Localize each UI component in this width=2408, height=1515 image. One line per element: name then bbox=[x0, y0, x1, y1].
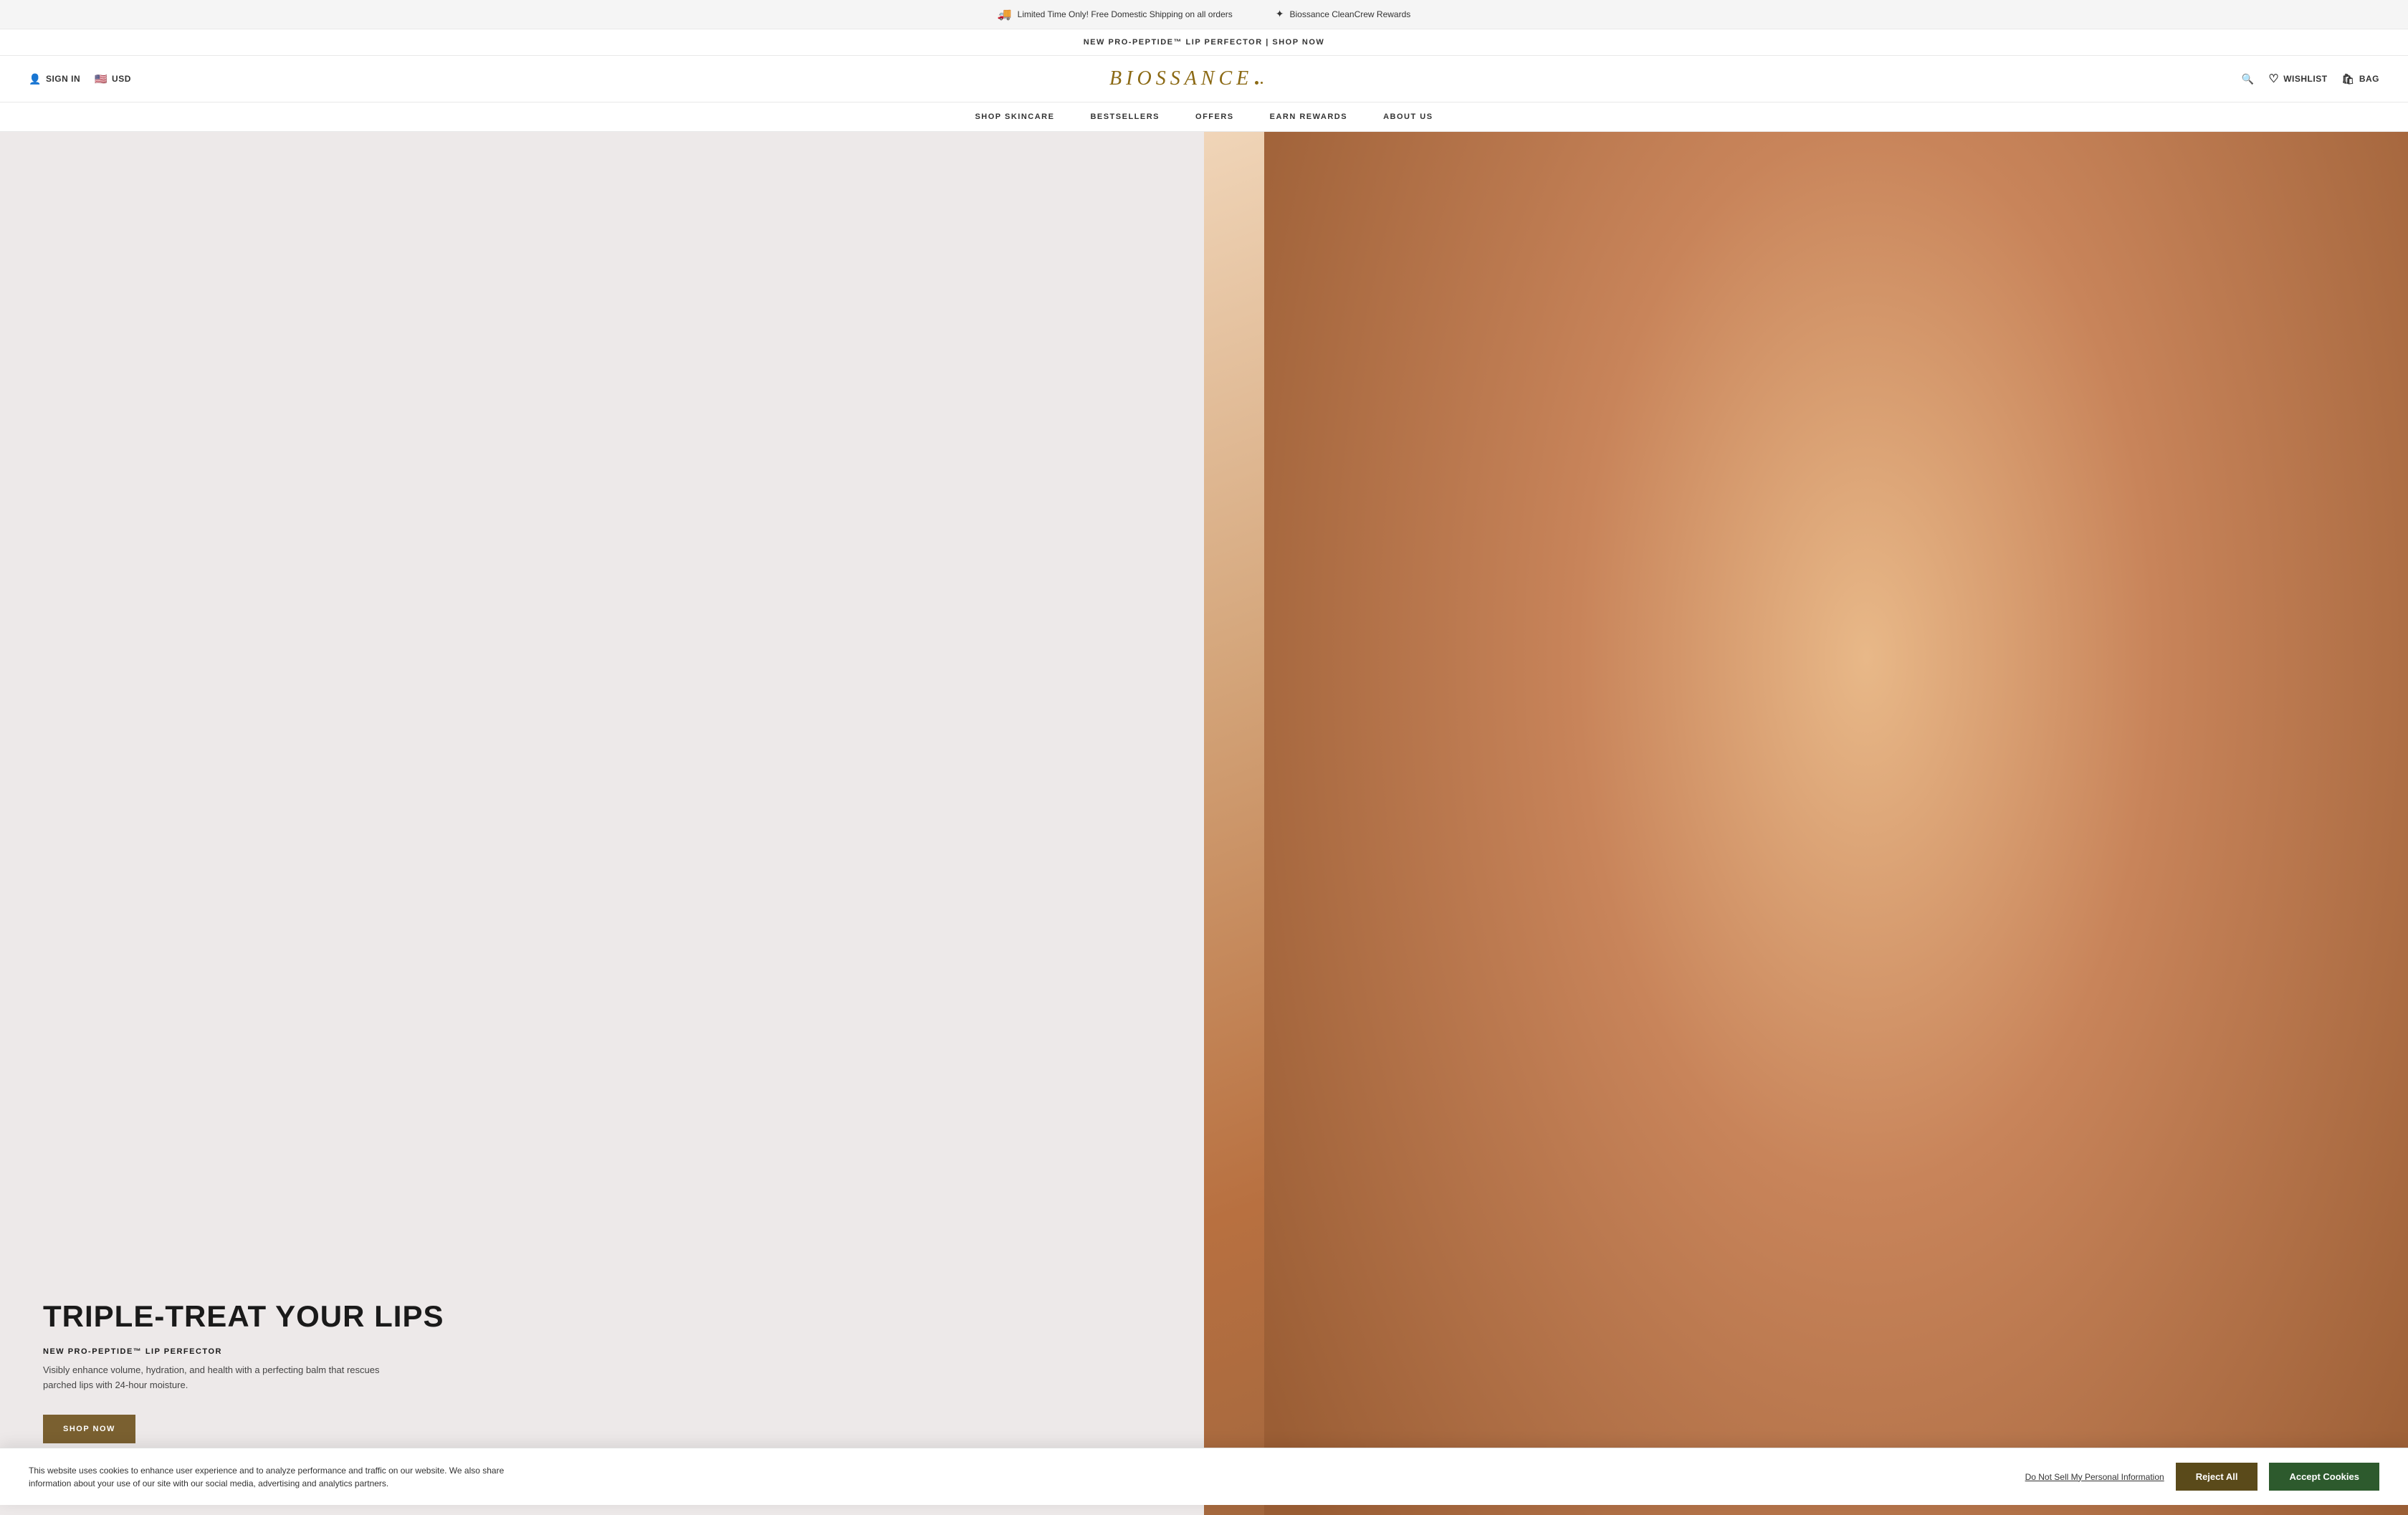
hero-content: TRIPLE-TREAT YOUR LIPS NEW PRO-PEPTIDE™ … bbox=[0, 132, 1204, 1515]
hero-description: Visibly enhance volume, hydration, and h… bbox=[43, 1363, 401, 1393]
hero-title: TRIPLE-TREAT YOUR LIPS bbox=[43, 1300, 1161, 1333]
search-link[interactable] bbox=[2241, 73, 2254, 85]
main-nav: SHOP SKINCARE BESTSELLERS OFFERS EARN RE… bbox=[0, 102, 2408, 132]
nav-offers[interactable]: OFFERS bbox=[1195, 113, 1234, 121]
currency-label: USD bbox=[112, 74, 131, 84]
reject-all-button[interactable]: Reject All bbox=[2176, 1463, 2258, 1491]
logo-text: BIOSSANCE bbox=[1109, 67, 1253, 90]
nav-earn-rewards[interactable]: EARN REWARDS bbox=[1270, 113, 1347, 121]
hero-svg bbox=[1204, 132, 2408, 1515]
logo-dots bbox=[1255, 81, 1263, 85]
header-left: SIGN IN USD bbox=[29, 73, 131, 85]
search-icon bbox=[2241, 73, 2254, 85]
sign-in-label: SIGN IN bbox=[46, 74, 80, 84]
currency-selector[interactable]: USD bbox=[95, 73, 131, 85]
header-right: WISHLIST BAG bbox=[2241, 72, 2379, 86]
promo-banner[interactable]: NEW PRO-PEPTIDE™ LIP PERFECTOR | SHOP NO… bbox=[0, 29, 2408, 56]
rewards-icon bbox=[1276, 8, 1284, 21]
promo-text: NEW PRO-PEPTIDE™ LIP PERFECTOR | SHOP NO… bbox=[1084, 38, 1325, 47]
hero-subtitle: NEW PRO-PEPTIDE™ LIP PERFECTOR bbox=[43, 1347, 1161, 1356]
accept-cookies-button[interactable]: Accept Cookies bbox=[2269, 1463, 2379, 1491]
hero-image-container bbox=[1204, 132, 2408, 1515]
heart-icon bbox=[2268, 72, 2279, 86]
shop-now-button[interactable]: SHOP NOW bbox=[43, 1415, 135, 1443]
bag-icon bbox=[2342, 73, 2355, 85]
shipping-text: Limited Time Only! Free Domestic Shippin… bbox=[1018, 9, 1233, 19]
nav-shop-skincare[interactable]: SHOP SKINCARE bbox=[975, 113, 1054, 121]
do-not-sell-link[interactable]: Do Not Sell My Personal Information bbox=[2025, 1472, 2164, 1482]
site-header: SIGN IN USD BIOSSANCE WISHLIST BAG bbox=[0, 56, 2408, 102]
nav-bestsellers[interactable]: BESTSELLERS bbox=[1090, 113, 1160, 121]
nav-about-us[interactable]: ABOUT US bbox=[1383, 113, 1433, 121]
shipping-announcement: Limited Time Only! Free Domestic Shippin… bbox=[998, 7, 1233, 21]
hero-image bbox=[1204, 132, 2408, 1515]
flag-icon bbox=[95, 73, 108, 85]
sign-in-link[interactable]: SIGN IN bbox=[29, 73, 80, 85]
hero-section: TRIPLE-TREAT YOUR LIPS NEW PRO-PEPTIDE™ … bbox=[0, 132, 2408, 1515]
rewards-text: Biossance CleanCrew Rewards bbox=[1290, 9, 1411, 19]
logo-dot-1 bbox=[1255, 81, 1258, 85]
cookie-actions: Do Not Sell My Personal Information Reje… bbox=[2025, 1463, 2379, 1491]
rewards-announcement: Biossance CleanCrew Rewards bbox=[1276, 8, 1410, 21]
site-logo[interactable]: BIOSSANCE bbox=[131, 67, 2242, 90]
wishlist-link[interactable]: WISHLIST bbox=[2268, 72, 2327, 86]
user-icon bbox=[29, 73, 42, 85]
cookie-text: This website uses cookies to enhance use… bbox=[29, 1464, 530, 1490]
bag-label: BAG bbox=[2359, 74, 2379, 84]
truck-icon bbox=[998, 7, 1012, 21]
bag-link[interactable]: BAG bbox=[2342, 73, 2379, 85]
cookie-banner: This website uses cookies to enhance use… bbox=[0, 1448, 2408, 1505]
wishlist-label: WISHLIST bbox=[2283, 74, 2327, 84]
logo-dot-2 bbox=[1261, 82, 1263, 84]
top-announcement-bar: Limited Time Only! Free Domestic Shippin… bbox=[0, 0, 2408, 29]
